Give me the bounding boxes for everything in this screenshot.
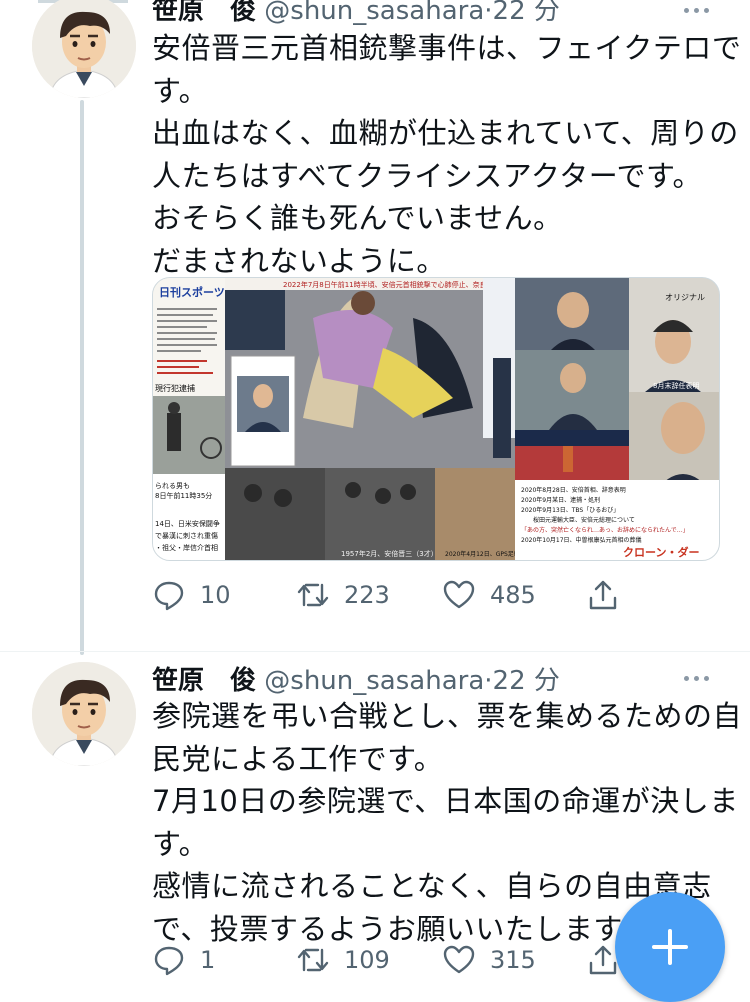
year-1957-caption: 1957年2月、安倍晋三（3才）: [341, 549, 438, 558]
original-caption: オリジナル: [665, 293, 705, 302]
tweet-text-line: おそらく誰も死んでいません。: [152, 201, 563, 235]
top-banner-caption: 2022年7月8日午前11時半頃、安倍元首相銃撃で心肺停止、奈良県演説中: [283, 280, 515, 289]
tweet-text-line: す。: [152, 73, 209, 108]
tweet-header: 笹原 俊 @shun_sasahara·22 分: [152, 660, 560, 697]
thread-line: [80, 100, 84, 655]
tweet-text-line: 民党による工作です。: [152, 741, 444, 776]
timeline-line: 2020年9月13日、TBS「ひるおび」: [521, 506, 619, 514]
tweet-header: 笹原 俊 @shun_sasahara·22 分: [152, 0, 560, 27]
tweet-text: 安倍晋三元首相銃撃事件は、フェイクテロで す。 出血はなく、血糊が仕込まれていて…: [152, 27, 742, 282]
reply-button[interactable]: 1: [152, 940, 215, 980]
more-icon[interactable]: [684, 672, 720, 684]
tweet-text-line: 人たちはすべてクライシスアクターです。: [152, 158, 703, 193]
tweet-text-line: 安倍晋三元首相銃撃事件は、フェイクテロで: [152, 31, 742, 65]
avatar[interactable]: [32, 662, 136, 766]
resign-caption: 8月末辞任表明: [653, 381, 699, 390]
timestamp[interactable]: ·22 分: [484, 666, 560, 696]
timeline-line: 2020年9月某日、逮捕・処刑: [521, 496, 600, 504]
caption-line: 14日、日米安保闘争: [155, 519, 220, 528]
like-count: 485: [490, 581, 536, 609]
display-name[interactable]: 笹原 俊: [152, 0, 256, 26]
user-handle[interactable]: @shun_sasahara: [264, 0, 484, 26]
caption-line: ・祖父・岸信介首相: [155, 543, 218, 552]
timestamp[interactable]: ·22 分: [484, 0, 560, 26]
tweet-text-line: す。: [152, 826, 209, 861]
tweet-text-line: だまされないように。: [152, 243, 446, 278]
retweet-count: 109: [344, 946, 390, 974]
like-button[interactable]: 485: [442, 575, 536, 615]
compose-icon: [652, 929, 688, 965]
compose-button[interactable]: [615, 892, 725, 1002]
newspaper-label: 日刊スポーツ: [159, 285, 225, 299]
tweet-text-line: 参院選を弔い合戦とし、票を集めるための自: [152, 699, 743, 733]
like-icon: [443, 945, 475, 974]
reply-icon: [154, 946, 184, 976]
caption-line: で暴漢に刺され重傷: [155, 531, 218, 540]
like-button[interactable]: 315: [442, 940, 536, 980]
caption-line: 8日午前11時35分: [155, 491, 212, 500]
retweet-icon: [297, 948, 329, 972]
tweet-media-collage[interactable]: 日刊スポーツ 現行犯逮捕 られる男も 8日午前11時35分 14日、日米安保闘争…: [152, 277, 720, 561]
gps-caption: 2020年4月12日、GPS足輪: [445, 550, 520, 558]
timeline-line: 「あの方、突然亡くなられ…あっ、お辞めになられたんで…」: [521, 526, 689, 534]
clone-caption: クローン・ダー: [623, 545, 699, 559]
reply-count: 1: [200, 946, 216, 974]
tweet-text-line: 出血はなく、血糊が仕込まれていて、周りの: [152, 116, 739, 150]
reply-icon: [154, 581, 184, 611]
display-name[interactable]: 笹原 俊: [152, 666, 256, 696]
share-button[interactable]: [586, 575, 620, 615]
user-handle[interactable]: @shun_sasahara: [264, 666, 484, 696]
share-icon: [589, 580, 617, 610]
tweet-text-line: 感情に流されることなく、自らの自由意志: [152, 869, 712, 903]
arrest-caption: 現行犯逮捕: [155, 383, 195, 393]
retweet-button[interactable]: 109: [296, 940, 390, 980]
timeline-line: 桜田元運輸大臣、安倍元総理について: [533, 516, 635, 524]
timeline-line: 2020年10月17日、中曽根康弘元首相の葬儀: [521, 536, 642, 544]
timeline-line: 2020年8月28日、安倍首相、辞意表明: [521, 486, 626, 494]
reply-count: 10: [200, 581, 231, 609]
like-count: 315: [490, 946, 536, 974]
retweet-icon: [297, 583, 329, 607]
like-icon: [443, 580, 475, 609]
tweet-text-line: 7月10日の参院選で、日本国の命運が決しま: [152, 784, 739, 818]
retweet-button[interactable]: 223: [296, 575, 390, 615]
reply-button[interactable]: 10: [152, 575, 231, 615]
tweet-divider: [0, 651, 750, 652]
tweet-actions: 10 223 485: [152, 575, 632, 615]
avatar[interactable]: [32, 0, 136, 98]
retweet-count: 223: [344, 581, 390, 609]
more-icon[interactable]: [684, 4, 720, 16]
tweet-actions: 1 109 315: [152, 940, 632, 980]
caption-line: られる男も: [155, 482, 190, 490]
